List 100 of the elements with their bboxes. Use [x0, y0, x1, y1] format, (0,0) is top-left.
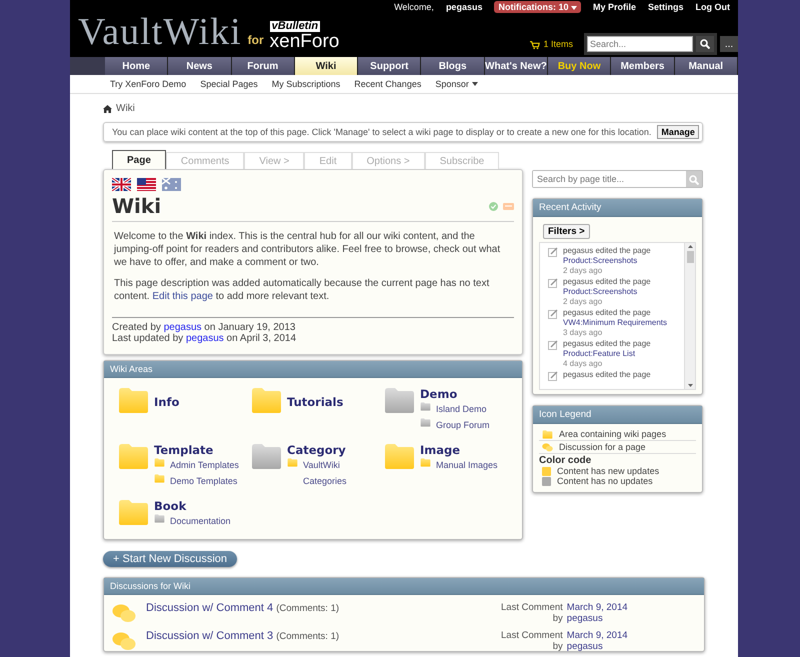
- nav-tab[interactable]: Forum: [232, 57, 295, 75]
- activity-time: 2 days ago: [563, 266, 604, 276]
- welcome-text: Welcome,: [394, 2, 434, 12]
- activity-text: pegasus edited the page: [563, 339, 651, 349]
- user-link[interactable]: pegasus: [566, 641, 628, 652]
- date-link[interactable]: March 9, 2014: [566, 602, 628, 613]
- page-search-field[interactable]: Search by page title...: [532, 170, 703, 188]
- area-link[interactable]: Template: [154, 443, 214, 457]
- discussion-link[interactable]: Discussion w/ Comment 4: [146, 602, 274, 614]
- flag-icon[interactable]: [112, 178, 131, 191]
- filters-button[interactable]: Filters >: [543, 224, 590, 239]
- panel-header: Icon Legend: [533, 406, 702, 424]
- subnav-link[interactable]: Try XenForo Demo: [110, 79, 186, 89]
- user-link[interactable]: pegasus: [186, 333, 224, 344]
- header-link[interactable]: Log Out: [696, 2, 730, 12]
- edit-icon: [548, 278, 558, 288]
- header-link[interactable]: Settings: [648, 2, 684, 12]
- subarea-link[interactable]: Demo Templates: [170, 473, 238, 489]
- subarea-link[interactable]: Island Demo: [436, 401, 487, 417]
- activity-time: 3 days ago: [563, 328, 604, 338]
- subnav-link[interactable]: Sponsor: [435, 79, 478, 89]
- area-link[interactable]: Tutorials: [287, 395, 344, 409]
- activity-text: pegasus edited the page: [563, 370, 651, 380]
- search-icon: [689, 174, 699, 184]
- activity-time: 4 days ago: [563, 359, 604, 369]
- scroll-thumb[interactable]: [686, 251, 694, 263]
- legend-label: Content has no updates: [557, 476, 653, 486]
- legend-label: Area containing wiki pages: [559, 429, 666, 439]
- legend-label: Content has new updates: [557, 466, 660, 476]
- subarea-link[interactable]: VaultWiki Categories: [303, 457, 381, 489]
- down-arrow-icon[interactable]: [688, 384, 692, 387]
- caret-icon: [570, 6, 577, 10]
- more-button[interactable]: ...: [720, 36, 738, 52]
- edit-icon: [548, 340, 558, 350]
- search-icon: [700, 39, 710, 49]
- subnav-link[interactable]: My Subscriptions: [272, 79, 340, 89]
- user-link[interactable]: pegasus: [566, 613, 628, 624]
- nav-tab[interactable]: Blogs: [421, 57, 485, 75]
- flag-icon[interactable]: [137, 178, 156, 191]
- page-link[interactable]: Product:Screenshots: [563, 256, 651, 266]
- search-field[interactable]: Search...: [587, 36, 693, 52]
- folder-icon: [542, 430, 553, 439]
- area-link[interactable]: Category: [287, 443, 346, 457]
- nav-tab[interactable]: Support: [358, 57, 422, 75]
- nav-tab[interactable]: What's New?: [484, 57, 548, 75]
- nav-tab[interactable]: Members: [611, 57, 675, 75]
- manage-button[interactable]: Manage: [657, 125, 699, 139]
- notice-text: You can place wiki content at the top of this page. Click 'Manage' to select a wiki page to display or to create a new one for this location.: [112, 127, 652, 137]
- up-arrow-icon[interactable]: [688, 245, 692, 248]
- start-discussion-button[interactable]: + Start New Discussion: [103, 551, 238, 567]
- subarea-link[interactable]: Documentation: [170, 513, 231, 529]
- user-link[interactable]: pegasus: [164, 322, 202, 333]
- page-title: Wiki: [112, 194, 162, 218]
- search-button[interactable]: [696, 36, 714, 52]
- home-icon[interactable]: [103, 104, 112, 112]
- username-link[interactable]: pegasus: [446, 2, 482, 12]
- subarea-link[interactable]: Admin Templates: [170, 457, 239, 473]
- nav-tab[interactable]: Manual: [674, 57, 738, 75]
- page-link[interactable]: VW4:Minimum Requirements: [563, 318, 668, 328]
- legend-heading: Color code: [539, 454, 592, 466]
- area-link[interactable]: Demo: [420, 387, 458, 401]
- nav-tab[interactable]: Wiki: [294, 57, 358, 75]
- activity-text: pegasus edited the page: [563, 246, 651, 256]
- area-link[interactable]: Book: [154, 499, 186, 513]
- subnav-link[interactable]: Recent Changes: [354, 79, 422, 89]
- speech-bubble-icon: [112, 632, 136, 651]
- cart-link[interactable]: 1 Items: [530, 38, 573, 50]
- discussion-link[interactable]: Discussion w/ Comment 3: [146, 630, 274, 642]
- date-link[interactable]: March 9, 2014: [566, 630, 628, 641]
- description-paragraph: This page description was added automatically because the current page has no text content. Edit this page to add more relevant text.: [114, 277, 490, 303]
- credit-line: Created by pegasus on January 19, 2013: [112, 322, 296, 333]
- scrollbar[interactable]: [684, 243, 695, 389]
- edit-page-link[interactable]: Edit this page: [152, 291, 213, 302]
- header-link[interactable]: My Profile: [592, 2, 636, 12]
- edit-icon: [548, 309, 558, 319]
- subarea-link[interactable]: Group Forum: [436, 417, 490, 433]
- site-logo[interactable]: VaultWiki: [78, 13, 242, 51]
- cart-icon: [530, 40, 540, 50]
- legend-label: Discussion for a page: [559, 442, 646, 452]
- check-icon[interactable]: [489, 202, 498, 210]
- page-link[interactable]: Product:Screenshots: [563, 287, 651, 297]
- breadcrumb-link[interactable]: Wiki: [116, 102, 135, 114]
- subarea-link[interactable]: Manual Images: [436, 457, 498, 473]
- notifications-button[interactable]: Notifications: 10: [494, 1, 581, 13]
- by-label: by: [552, 613, 563, 624]
- logo-text: for: [248, 33, 264, 47]
- speech-bubble-icon: [112, 604, 136, 623]
- nav-tab[interactable]: News: [168, 57, 232, 75]
- edit-icon: [548, 371, 558, 381]
- nav-tab[interactable]: Home: [105, 57, 168, 75]
- intro-paragraph: Welcome to the Wiki index. This is the central hub for all our wiki content, and the jumping-off point for readers and contributors alike. Feel free to browse, check out what we have to offer, and make a comment or two.: [114, 230, 502, 269]
- subnav-link[interactable]: Special Pages: [200, 79, 258, 89]
- area-link[interactable]: Image: [420, 443, 460, 457]
- credit-line: Last updated by pegasus on April 3, 2014: [112, 333, 298, 344]
- nav-tab[interactable]: Buy Now: [548, 57, 612, 75]
- page-tab[interactable]: Page: [112, 150, 166, 169]
- area-link[interactable]: Info: [154, 395, 180, 409]
- panel-header: Wiki Areas: [104, 361, 522, 378]
- page-link[interactable]: Product:Feature List: [563, 349, 651, 359]
- panel-header: Recent Activity: [533, 199, 702, 217]
